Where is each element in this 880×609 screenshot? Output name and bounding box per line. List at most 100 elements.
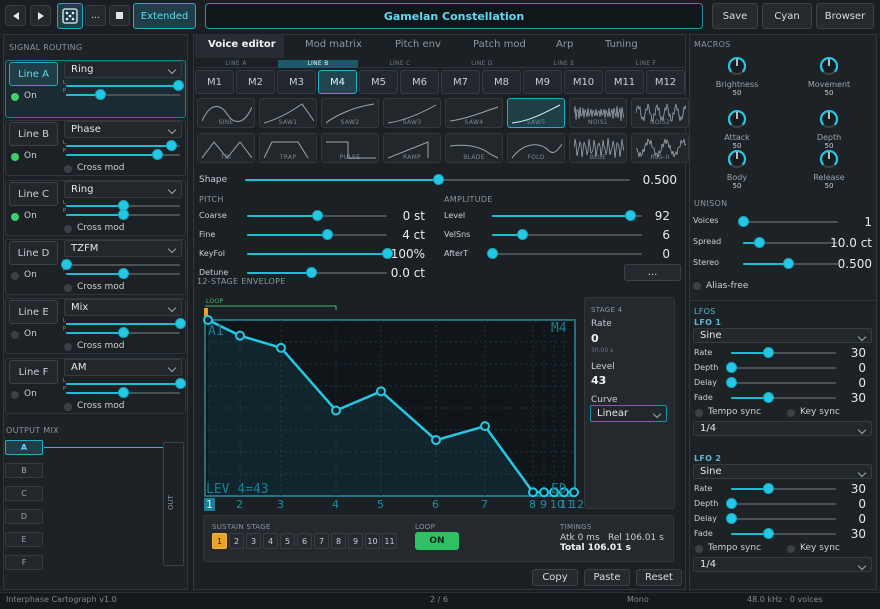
- wave-blade[interactable]: BLADE: [445, 133, 503, 163]
- line-tab-3[interactable]: LINE C: [360, 60, 440, 68]
- module-button-m3[interactable]: M3: [277, 70, 316, 94]
- lfo-1-depth-slider[interactable]: [726, 362, 836, 373]
- line-pan-slider-6[interactable]: [66, 387, 180, 398]
- lfo-1-tempo-sync-checkbox[interactable]: [695, 409, 703, 417]
- tab-tuning[interactable]: Tuning: [605, 39, 638, 50]
- sustain-stage-5[interactable]: 5: [280, 533, 295, 549]
- lfo-2-depth-slider[interactable]: [726, 498, 836, 509]
- theme-button[interactable]: Cyan: [762, 3, 812, 29]
- output-mix-button-e[interactable]: E: [5, 532, 43, 547]
- line-tab-4[interactable]: LINE D: [442, 60, 522, 68]
- lfo-2-division-select[interactable]: 1/4: [693, 557, 872, 572]
- line-level-slider-2-thumb[interactable]: [165, 140, 177, 151]
- line-mode-select-3[interactable]: Ring: [64, 181, 182, 198]
- stage-number-12[interactable]: 12: [570, 498, 584, 511]
- sustain-stage-6[interactable]: 6: [297, 533, 312, 549]
- module-button-m6[interactable]: M6: [400, 70, 439, 94]
- line-tab-2[interactable]: LINE B: [278, 60, 358, 68]
- wave-res-ii[interactable]: RES-II: [631, 133, 689, 163]
- sustain-stage-11[interactable]: 11: [382, 533, 397, 549]
- output-mix-button-f[interactable]: F: [5, 555, 43, 570]
- line-on-indicator-5[interactable]: [11, 331, 19, 339]
- wave-pulse[interactable]: PULSE: [321, 133, 379, 163]
- envelope-point-8[interactable]: [528, 487, 538, 498]
- line-on-indicator-4[interactable]: [11, 272, 19, 280]
- alias-free-checkbox[interactable]: [693, 282, 701, 290]
- line-name-button-4[interactable]: Line D: [9, 241, 58, 265]
- output-mix-button-a[interactable]: A: [5, 440, 43, 455]
- line-name-button-3[interactable]: Line C: [9, 182, 58, 206]
- macro-body-dial[interactable]: [726, 148, 748, 170]
- line-name-button-5[interactable]: Line E: [9, 300, 58, 324]
- envelope-point-3[interactable]: [276, 342, 286, 353]
- line-pan-slider-5[interactable]: [66, 327, 180, 338]
- lfo-2-depth-slider-thumb[interactable]: [726, 498, 737, 509]
- loop-toggle[interactable]: ON: [415, 532, 459, 550]
- wave-blue[interactable]: BLUE: [569, 133, 627, 163]
- wave-tri[interactable]: TRI: [197, 133, 255, 163]
- module-button-m2[interactable]: M2: [236, 70, 275, 94]
- sustain-stage-7[interactable]: 7: [314, 533, 329, 549]
- envelope-point-1[interactable]: [203, 315, 213, 325]
- sustain-stage-1[interactable]: 1: [212, 533, 227, 549]
- more-button[interactable]: ...: [85, 5, 106, 26]
- lfo-2-rate-slider-thumb[interactable]: [762, 483, 774, 494]
- sustain-stage-3[interactable]: 3: [246, 533, 261, 549]
- line-name-button-2[interactable]: Line B: [9, 122, 58, 146]
- line-mode-select-1[interactable]: Ring: [64, 61, 182, 78]
- macro-release-dial[interactable]: [818, 148, 840, 170]
- amp-velsns-slider-thumb[interactable]: [517, 229, 528, 240]
- line-on-indicator-6[interactable]: [11, 391, 19, 399]
- tab-patch-mod[interactable]: Patch mod: [473, 39, 526, 50]
- shape-slider-thumb[interactable]: [432, 174, 444, 185]
- line-level-slider-2[interactable]: [66, 140, 180, 151]
- lfo-1-rate-slider-thumb[interactable]: [762, 347, 774, 358]
- cross-mod-checkbox-4[interactable]: [64, 284, 72, 292]
- amp-level-slider[interactable]: [492, 210, 642, 221]
- line-on-indicator-1[interactable]: [11, 93, 19, 101]
- lfo-2-delay-slider-thumb[interactable]: [726, 513, 737, 524]
- lfo-2-key-sync-checkbox[interactable]: [787, 545, 795, 553]
- envelope-point-7[interactable]: [480, 421, 490, 432]
- envelope-point-9[interactable]: [539, 487, 549, 498]
- line-level-slider-6-thumb[interactable]: [175, 378, 186, 389]
- envelope-point-12[interactable]: [569, 487, 579, 498]
- wave-saw2[interactable]: SAW2: [321, 98, 379, 128]
- line-level-slider-3[interactable]: [66, 200, 180, 211]
- pitch-detune-slider[interactable]: [247, 267, 387, 278]
- output-mix-button-b[interactable]: B: [5, 463, 43, 478]
- line-pan-slider-4[interactable]: [66, 268, 180, 279]
- amp-aftert-slider-thumb[interactable]: [487, 248, 498, 259]
- tab-pitch-env[interactable]: Pitch env: [395, 39, 441, 50]
- amp-velsns-slider[interactable]: [492, 229, 642, 240]
- sustain-stage-4[interactable]: 4: [263, 533, 278, 549]
- lfo-1-wave-select[interactable]: Sine: [693, 328, 872, 343]
- stage-number-3[interactable]: 3: [277, 498, 284, 511]
- line-tab-1[interactable]: LINE A: [196, 60, 276, 68]
- line-level-slider-5[interactable]: [66, 318, 186, 329]
- lfo-2-fade-slider[interactable]: [731, 528, 836, 539]
- reset-button[interactable]: Reset: [636, 569, 682, 586]
- wave-trap[interactable]: TRAP: [259, 133, 317, 163]
- sustain-stage-9[interactable]: 9: [348, 533, 363, 549]
- tab-voice-editor[interactable]: Voice editor: [208, 39, 276, 50]
- line-level-slider-4[interactable]: [61, 259, 180, 270]
- lfo-1-division-select[interactable]: 1/4: [693, 421, 872, 436]
- envelope-point-2[interactable]: [235, 330, 245, 341]
- stage-number-1[interactable]: 1: [204, 498, 215, 511]
- lfo-2-fade-slider-thumb[interactable]: [762, 528, 774, 539]
- lfo-2-wave-select[interactable]: Sine: [693, 464, 872, 479]
- lfo-1-fade-slider[interactable]: [731, 392, 836, 403]
- pitch-keyfol-slider[interactable]: [247, 248, 393, 259]
- lfo-1-rate-slider[interactable]: [731, 347, 836, 358]
- module-button-m11[interactable]: M11: [605, 70, 644, 94]
- save-button[interactable]: Save: [712, 3, 758, 29]
- line-on-indicator-2[interactable]: [11, 153, 19, 161]
- unison-stereo-slider-thumb[interactable]: [782, 258, 794, 269]
- module-button-m1[interactable]: M1: [195, 70, 234, 94]
- cross-mod-checkbox-2[interactable]: [64, 165, 72, 173]
- amp-more-button[interactable]: ...: [624, 264, 681, 281]
- stage-number-5[interactable]: 5: [377, 498, 384, 511]
- line-level-slider-6[interactable]: [66, 378, 186, 389]
- amp-aftert-slider[interactable]: [487, 248, 642, 259]
